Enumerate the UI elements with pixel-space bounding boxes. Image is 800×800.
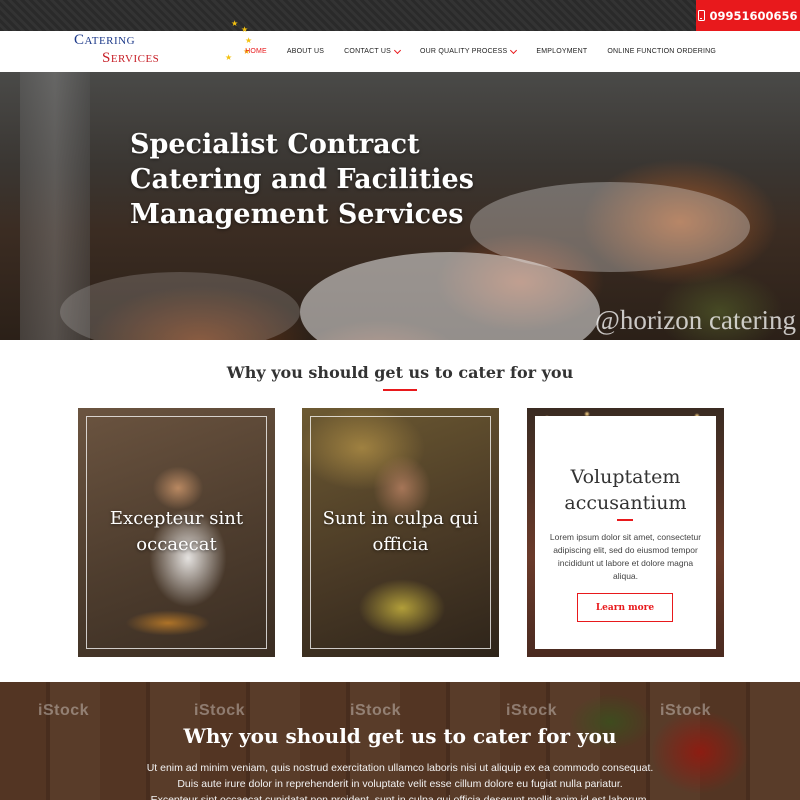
why-us-band: iStock iStock iStock iStock iStock Why y…	[0, 682, 800, 800]
feature-card-3: Voluptatem accusantium Lorem ipsum dolor…	[527, 408, 724, 657]
card-title: Voluptatem accusantium	[564, 466, 687, 514]
chevron-down-icon	[393, 46, 402, 54]
nav-employment[interactable]: EMPLOYMENT	[526, 48, 597, 55]
nav-online-ordering-label: ONLINE FUNCTION ORDERING	[607, 48, 716, 55]
nav-about-us-label: ABOUT US	[286, 48, 325, 55]
section-divider	[383, 389, 417, 391]
band-line: Ut enim ad minim veniam, quis nostrud ex…	[146, 762, 654, 774]
hero-banner: Specialist Contract Catering and Facilit…	[0, 72, 800, 340]
chevron-down-icon	[510, 46, 518, 54]
feature-card-1[interactable]: Excepteur sint occaecat	[78, 408, 275, 657]
hero-plate	[470, 182, 750, 272]
hero-watermark: @horizon catering	[594, 305, 796, 335]
stock-watermark: iStock	[350, 702, 402, 719]
nav-home[interactable]: HOME	[235, 48, 277, 55]
card-title: Sunt in culpa qui officia	[322, 508, 479, 555]
nav-online-ordering[interactable]: ONLINE FUNCTION ORDERING	[597, 48, 726, 55]
top-bar: 09951600656	[0, 0, 800, 31]
band-line: Duis aute irure dolor in reprehenderit i…	[177, 778, 623, 790]
card-title: Excepteur sint occaecat	[109, 508, 244, 555]
stock-watermark: iStock	[506, 702, 558, 719]
mobile-phone-icon	[698, 10, 706, 21]
hero-plate	[60, 272, 300, 340]
nav-quality-process-label: OUR QUALITY PROCESS	[420, 48, 508, 55]
nav-quality-process[interactable]: OUR QUALITY PROCESS	[410, 46, 526, 55]
phone-button[interactable]: 09951600656	[696, 0, 800, 31]
learn-more-button[interactable]: Learn more	[577, 593, 673, 622]
card-divider	[617, 519, 633, 521]
stock-watermark: iStock	[194, 702, 246, 719]
stock-watermark: iStock	[660, 702, 712, 719]
nav-employment-label: EMPLOYMENT	[536, 48, 588, 55]
hero-title: Specialist Contract Catering and Facilit…	[130, 129, 474, 230]
card-panel: Voluptatem accusantium Lorem ipsum dolor…	[535, 416, 716, 649]
logo-line-2: Services	[102, 50, 160, 66]
nav-home-label: HOME	[245, 48, 267, 55]
main-nav: HOME ABOUT US CONTACT US OUR QUALITY PRO…	[235, 31, 726, 72]
phone-number: 09951600656	[709, 8, 798, 23]
site-logo[interactable]: Catering Services ★ ★ ★ ★ ★	[74, 20, 252, 72]
band-text: Ut enim ad minim veniam, quis nostrud ex…	[0, 760, 800, 800]
nav-contact-us[interactable]: CONTACT US	[334, 46, 410, 55]
feature-card-2[interactable]: Sunt in culpa qui officia	[302, 408, 499, 657]
section-title: Why you should get us to cater for you	[226, 363, 574, 382]
site-header: Catering Services ★ ★ ★ ★ ★ HOME ABOUT U…	[0, 20, 800, 72]
logo-line-1: Catering	[74, 32, 136, 48]
band-line: Excepteur sint occaecat cupidatat non pr…	[150, 794, 650, 800]
nav-contact-us-label: CONTACT US	[344, 48, 392, 55]
band-title: Why you should get us to cater for you	[183, 724, 617, 748]
card-description: Lorem ipsum dolor sit amet, consectetur …	[549, 532, 702, 581]
nav-about-us[interactable]: ABOUT US	[277, 48, 334, 55]
stock-watermark: iStock	[38, 702, 90, 719]
